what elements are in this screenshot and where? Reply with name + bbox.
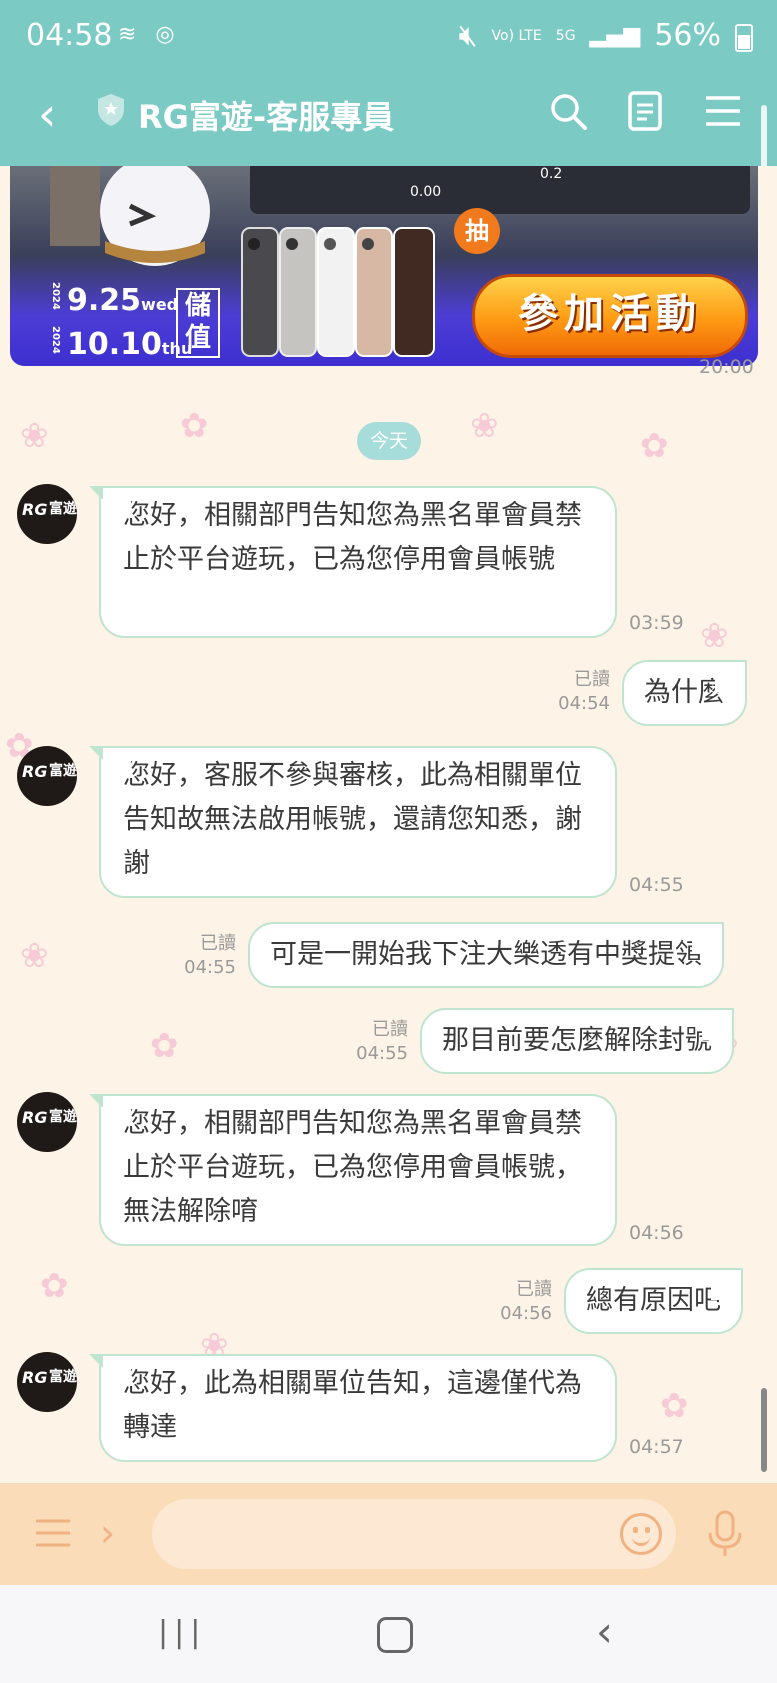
read-receipt: 已讀 04:56 xyxy=(492,1278,552,1326)
status-bar: 04:58 ≋ ◎ 🔇︎ Vo) LTE 5G ▂▄▆ 56% xyxy=(0,0,777,75)
recent-apps-icon[interactable]: ||| xyxy=(158,1615,206,1650)
bow-decoration: ❀ xyxy=(20,936,49,976)
message-time: 04:55 xyxy=(629,874,684,896)
notification-icons: ≋ ◎ xyxy=(118,22,181,47)
avatar[interactable]: RG 富遊 xyxy=(17,746,77,806)
slot-value: 0.00 xyxy=(410,184,442,200)
read-label: 已讀 xyxy=(372,1019,408,1040)
draw-badge: 抽 xyxy=(454,208,500,254)
system-back-icon[interactable]: ‹ xyxy=(596,1607,613,1656)
message-bubble[interactable]: 您好，客服不參與審核，此為相關單位告知故無法啟用帳號，還請您知悉，謝謝 xyxy=(89,746,617,898)
read-label: 已讀 xyxy=(574,669,610,690)
status-right: 🔇︎ Vo) LTE 5G ▂▄▆ 56% xyxy=(459,18,753,53)
bow-decoration: ✿ xyxy=(150,1026,179,1066)
message-time: 04:56 xyxy=(629,1222,684,1244)
phones-prize-image xyxy=(241,227,435,357)
back-icon[interactable]: ‹ xyxy=(38,89,56,139)
date-divider: 今天 xyxy=(357,422,421,460)
bow-decoration: ❀ xyxy=(470,406,499,446)
home-icon[interactable] xyxy=(377,1617,413,1653)
avatar-text: 富遊 xyxy=(49,501,77,517)
5g-indicator: 5G xyxy=(555,27,576,44)
date-end: 10.10 xyxy=(67,326,162,362)
search-icon[interactable] xyxy=(548,91,588,131)
event-dates: 2024 9.25wed 2024 10.10thu xyxy=(50,282,192,362)
avatar[interactable]: RG 富遊 xyxy=(17,1352,77,1412)
expand-arrow-icon[interactable]: › xyxy=(100,1511,115,1555)
chat-scrollbar[interactable] xyxy=(761,1388,767,1472)
year-label: 2024 xyxy=(50,325,61,354)
system-nav-bar: ||| ‹ xyxy=(0,1585,777,1683)
read-label: 已讀 xyxy=(200,933,236,954)
message-time: 04:56 xyxy=(500,1303,552,1324)
message-bubble[interactable]: 您好，相關部門告知您為黑名單會員禁止於平台遊玩，已為您停用會員帳號，無法解除唷 xyxy=(89,1094,617,1246)
bow-decoration: ✿ xyxy=(660,1386,689,1426)
message-time: 04:55 xyxy=(356,1043,408,1064)
read-receipt: 已讀 04:55 xyxy=(176,932,236,980)
read-receipt: 已讀 04:54 xyxy=(550,668,610,716)
bow-decoration: ✿ xyxy=(180,406,209,446)
message-input[interactable] xyxy=(152,1499,676,1569)
message-bubble[interactable]: 總有原因吧 xyxy=(564,1268,743,1334)
banner-timestamp: 20:00 xyxy=(699,356,754,378)
message-time: 03:59 xyxy=(629,612,684,634)
avatar-text: 富遊 xyxy=(49,1369,77,1385)
bow-decoration: ✿ xyxy=(640,426,669,466)
message-input-bar: › xyxy=(0,1483,777,1585)
avatar-text: 富遊 xyxy=(49,1109,77,1125)
mute-icon: 🔇︎ xyxy=(458,18,478,53)
year-label: 2024 xyxy=(50,282,61,310)
microphone-icon[interactable] xyxy=(704,1509,746,1559)
chat-title: RG富遊-客服專員 xyxy=(138,98,395,136)
avatar-logo: RG xyxy=(22,762,48,781)
avatar-text: 富遊 xyxy=(49,763,77,779)
message-time: 04:54 xyxy=(558,693,610,714)
promo-banner[interactable]: 0.00 0.2 2024 9.25wed 2024 10.10thu 儲值 抽 參… xyxy=(10,166,758,366)
join-event-button[interactable]: 參加活動 xyxy=(472,274,748,358)
hamburger-icon[interactable] xyxy=(703,91,743,131)
read-label: 已讀 xyxy=(516,1279,552,1300)
message-bubble[interactable]: 那目前要怎麼解除封號 xyxy=(420,1008,734,1074)
status-time: 04:58 xyxy=(26,18,113,53)
date-start: 9.25 xyxy=(67,282,142,318)
avatar-logo: RG xyxy=(22,500,48,519)
slot-game-preview: 0.00 0.2 xyxy=(250,166,750,214)
message-bubble[interactable]: 您好，此為相關單位告知，這邊僅代為轉達 xyxy=(89,1354,617,1462)
bow-decoration: ❀ xyxy=(700,616,729,656)
chat-area[interactable]: ❀ ✿ ❀ ✿ ✿ ❀ ❀ ❀ ✿ ❀ ✿ ❀ ✿ 0.00 0.2 20249… xyxy=(0,166,777,1483)
message-time: 04:57 xyxy=(629,1436,684,1458)
bow-decoration: ✿ xyxy=(40,1266,69,1306)
message-bubble[interactable]: 您好，相關部門告知您為黑名單會員禁止於平台遊玩，已為您停用會員帳號 xyxy=(89,486,617,638)
note-icon[interactable] xyxy=(625,91,665,131)
battery-icon xyxy=(735,23,753,52)
read-receipt: 已讀 04:55 xyxy=(348,1018,408,1066)
deposit-label: 儲值 xyxy=(176,288,220,358)
bow-decoration: ❀ xyxy=(20,416,49,456)
avatar-logo: RG xyxy=(22,1368,48,1387)
avatar[interactable]: RG 富遊 xyxy=(17,1092,77,1152)
battery-percent: 56% xyxy=(654,18,721,53)
slot-bet-value: 0.2 xyxy=(540,166,563,182)
avatar[interactable]: RG 富遊 xyxy=(17,484,77,544)
menu-icon[interactable] xyxy=(34,1513,72,1553)
volte-indicator: Vo) LTE xyxy=(491,27,542,44)
message-bubble[interactable]: 為什麼 xyxy=(622,660,747,726)
top-bar: 04:58 ≋ ◎ 🔇︎ Vo) LTE 5G ▂▄▆ 56% ‹ RG富遊-客… xyxy=(0,0,777,189)
emoji-icon[interactable] xyxy=(620,1513,662,1555)
chat-header: ‹ RG富遊-客服專員 xyxy=(0,75,777,166)
shield-star-icon xyxy=(98,94,124,126)
message-bubble[interactable]: 可是一開始我下注大樂透有中獎提領 xyxy=(248,922,724,988)
signal-icon: ▂▄▆ xyxy=(589,23,641,48)
tiger-mascot-image xyxy=(50,166,210,266)
message-time: 04:55 xyxy=(184,957,236,978)
avatar-logo: RG xyxy=(22,1108,48,1127)
weekday-start: wed xyxy=(141,294,179,314)
